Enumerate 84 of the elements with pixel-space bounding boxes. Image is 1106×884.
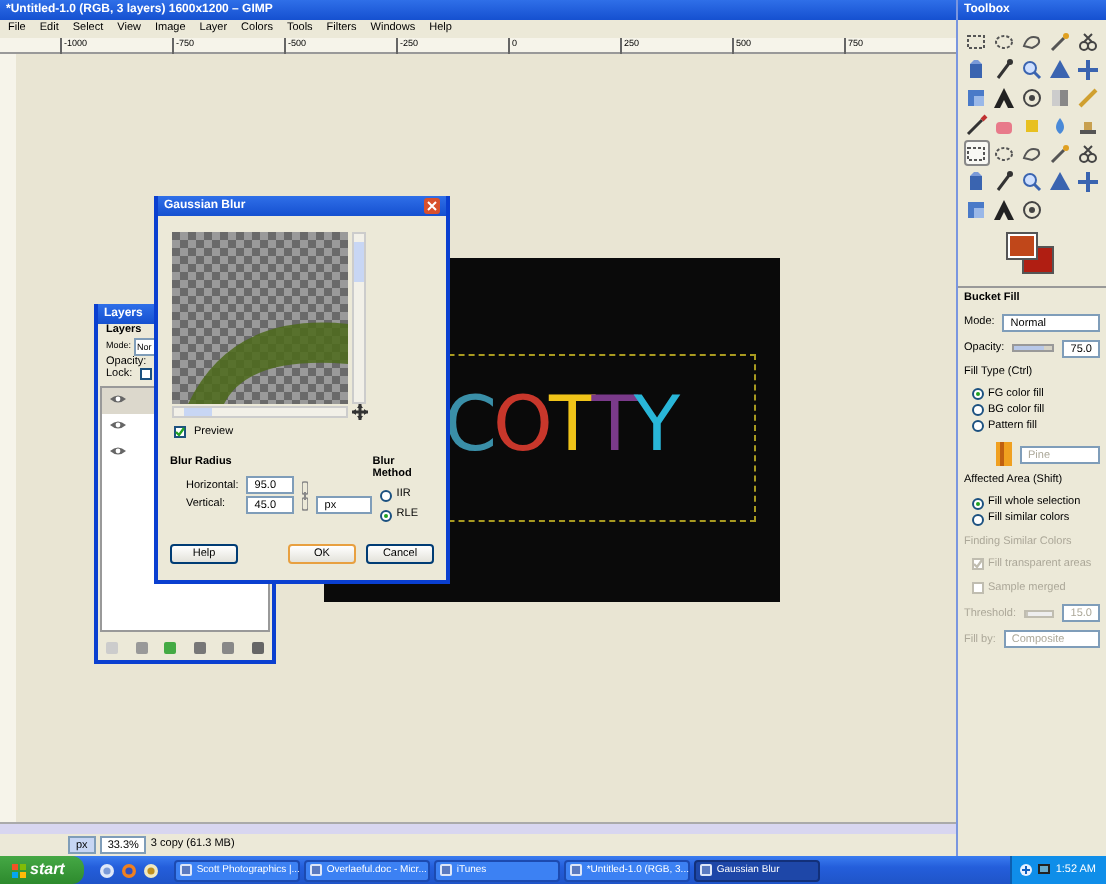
checkbox[interactable] <box>140 368 153 381</box>
tool-button[interactable] <box>1019 84 1045 110</box>
triangle-icon <box>1048 169 1072 193</box>
tray-icon[interactable] <box>1037 864 1050 876</box>
target-icon <box>1020 85 1044 109</box>
threshold-slider[interactable] <box>1024 609 1055 618</box>
app-icon <box>700 864 713 876</box>
tool-button[interactable] <box>1075 28 1101 54</box>
radio-button[interactable] <box>380 489 393 502</box>
eye-icon[interactable] <box>110 419 126 430</box>
tray-icon[interactable] <box>1019 864 1032 876</box>
radio-button[interactable] <box>972 513 984 526</box>
wand-icon <box>1048 29 1072 53</box>
pattern-swatch[interactable] <box>996 442 1012 467</box>
navigate-icon[interactable] <box>352 404 368 420</box>
radio-button[interactable] <box>972 404 984 417</box>
foreground-color-swatch[interactable] <box>1008 234 1036 258</box>
layer-action-icon[interactable] <box>222 642 235 654</box>
app-icon <box>310 864 323 876</box>
bucket-icon <box>964 169 988 193</box>
radio-button[interactable] <box>972 497 984 510</box>
magnifier-icon <box>1020 57 1044 81</box>
app-icon <box>570 864 583 876</box>
image-letter: T <box>548 386 592 462</box>
scissors-icon <box>1076 29 1100 53</box>
eye-icon[interactable] <box>110 445 126 456</box>
bucket-icon <box>964 57 988 81</box>
pen-icon <box>992 169 1016 193</box>
layers-icon <box>964 197 988 221</box>
ellipse-select-icon <box>992 141 1016 165</box>
tool-button[interactable] <box>963 112 989 138</box>
close-icon[interactable] <box>424 198 440 214</box>
wand-icon <box>1048 141 1072 165</box>
check-icon <box>972 558 984 571</box>
rectangle-select-icon <box>964 29 988 53</box>
app-icon <box>440 864 453 876</box>
tool-button[interactable] <box>1047 28 1073 54</box>
text-tool-icon <box>992 85 1016 109</box>
start-button[interactable]: start <box>0 856 85 884</box>
layers-icon <box>964 85 988 109</box>
triangle-icon <box>1048 57 1072 81</box>
tool-button[interactable] <box>991 84 1017 110</box>
ellipse-select-icon <box>992 29 1016 53</box>
scissors-icon <box>1076 141 1100 165</box>
checkbox[interactable] <box>972 558 984 571</box>
move-icon <box>1076 57 1100 81</box>
brush-icon <box>964 113 988 137</box>
image-letter: C <box>444 386 494 462</box>
tool-button[interactable] <box>991 168 1017 194</box>
check-icon <box>174 426 186 439</box>
chain-icon[interactable] <box>302 479 309 512</box>
scrollbar-thumb[interactable] <box>184 408 212 416</box>
checkbox[interactable] <box>972 582 984 595</box>
rectangle-select-icon <box>964 141 988 165</box>
layer-action-icon[interactable] <box>251 642 264 654</box>
app-icon <box>180 864 193 876</box>
tool-button[interactable] <box>1047 140 1073 166</box>
move-icon <box>1076 169 1100 193</box>
radio-button[interactable] <box>972 388 984 401</box>
tool-button[interactable] <box>991 56 1017 82</box>
vertical-scrollbar[interactable] <box>352 232 366 404</box>
image-letter: T <box>591 386 634 462</box>
tool-button[interactable] <box>1075 140 1101 166</box>
horizontal-scrollbar[interactable] <box>0 822 956 834</box>
radio-button[interactable] <box>380 509 393 522</box>
image-letter: O <box>493 386 549 462</box>
radio-button[interactable] <box>972 420 984 433</box>
opacity-slider[interactable] <box>1012 344 1055 353</box>
magnifier-icon <box>1020 169 1044 193</box>
tool-button[interactable] <box>991 196 1017 222</box>
text-tool-icon <box>992 197 1016 221</box>
target-icon <box>1020 197 1044 221</box>
horizontal-scrollbar[interactable] <box>172 406 348 418</box>
checkbox[interactable] <box>174 426 186 439</box>
pen-icon <box>992 57 1016 81</box>
pencil-icon <box>1076 85 1100 109</box>
scrollbar-thumb[interactable] <box>354 242 364 282</box>
tool-button[interactable] <box>1019 196 1045 222</box>
layer-action-icon[interactable] <box>193 642 206 654</box>
tool-button[interactable] <box>963 140 989 166</box>
image-letter: Y <box>633 386 677 462</box>
windows-logo-icon <box>12 863 26 877</box>
gradient-icon <box>1048 85 1072 109</box>
eye-icon[interactable] <box>110 393 126 404</box>
